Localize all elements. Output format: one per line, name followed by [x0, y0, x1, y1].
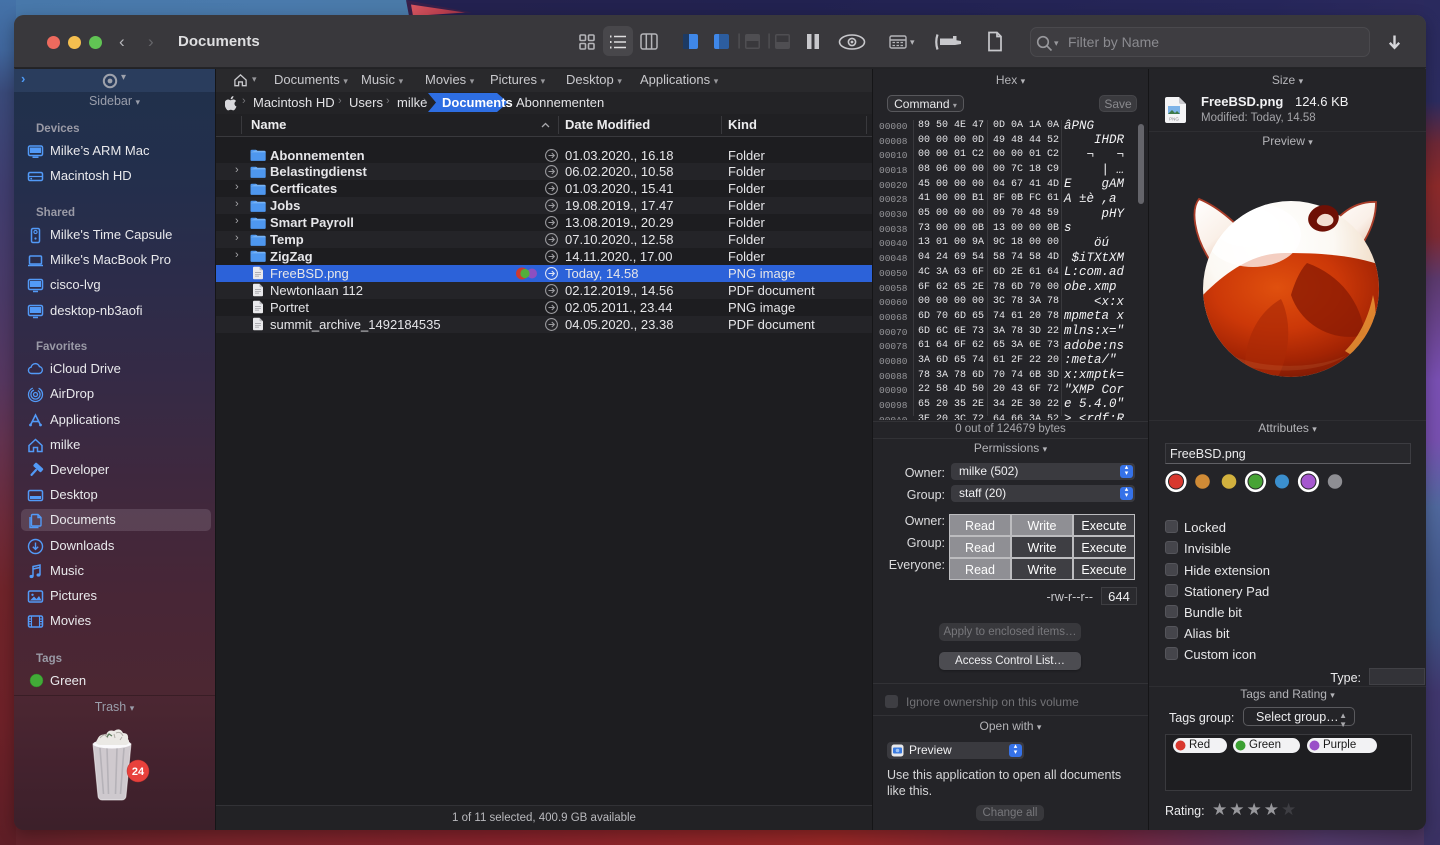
svg-text:24: 24 [132, 766, 145, 778]
svg-text:PNG: PNG [1169, 117, 1179, 122]
